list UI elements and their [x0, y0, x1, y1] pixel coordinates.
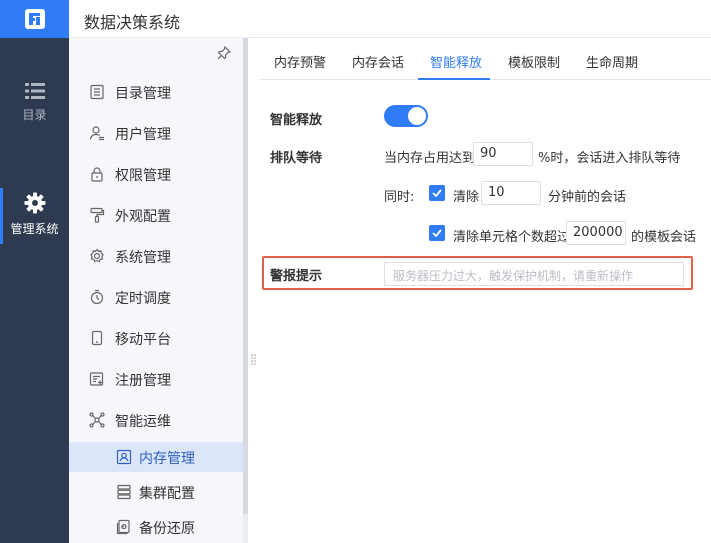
catalog-icon: [90, 84, 104, 100]
queue-label: 排队等待: [270, 151, 323, 166]
sidebar-scrollbar-thumb[interactable]: [243, 38, 248, 514]
rail-item-label: 目录: [22, 108, 47, 122]
sidebar-scrollbar[interactable]: [243, 38, 248, 543]
clear-cells-input[interactable]: 200000: [566, 221, 626, 245]
sidebar-item-register[interactable]: 注册管理: [69, 363, 243, 395]
sidebar-item-label: 用户管理: [115, 127, 171, 143]
sidebar-subitem-label: 集群配置: [139, 486, 195, 502]
queue-threshold-input[interactable]: 90: [473, 142, 533, 166]
sidebar-item-catalog[interactable]: 目录管理: [69, 76, 243, 108]
sidebar-item-label: 定时调度: [115, 291, 171, 307]
memory-icon: [116, 449, 132, 465]
sidebar-item-label: 外观配置: [115, 209, 171, 225]
sidebar-subitem-label: 内存管理: [139, 451, 195, 467]
sidebar-subitem-label: 备份还原: [139, 521, 195, 537]
sidebar-item-label: 权限管理: [115, 168, 171, 184]
ops-icon: [89, 412, 105, 428]
timer-icon: [90, 289, 104, 305]
register-icon: [89, 372, 104, 386]
clear-minutes-checkbox[interactable]: [429, 185, 445, 201]
rail-item-label: 管理系统: [10, 222, 59, 236]
smart-release-toggle[interactable]: [384, 105, 428, 127]
active-tab-indicator: [418, 78, 490, 80]
check-icon: [432, 229, 442, 237]
lock-icon: [91, 167, 103, 182]
queue-prefix-text: 当内存占用达到: [384, 151, 476, 166]
sidebar-item-mobile[interactable]: 移动平台: [69, 322, 243, 354]
sidebar-item-label: 目录管理: [115, 86, 171, 102]
rail-item-management[interactable]: 管理系统: [0, 192, 69, 237]
app-header: 数据决策系统: [0, 0, 711, 38]
sidebar-item-ops[interactable]: 智能运维: [69, 404, 243, 436]
cluster-icon: [117, 484, 131, 500]
toggle-knob: [408, 107, 426, 125]
rail-item-catalog[interactable]: 目录: [0, 82, 69, 123]
gear-icon: [24, 192, 45, 214]
clear-label: 清除: [453, 190, 480, 205]
clear-cells-suffix: 的模板会话: [631, 230, 697, 245]
tab-memory-warning[interactable]: 内存预警: [274, 52, 326, 71]
sidebar-item-label: 系统管理: [115, 250, 171, 266]
sidebar-item-appearance[interactable]: 外观配置: [69, 199, 243, 231]
sidebar-subitem-cluster[interactable]: 集群配置: [69, 477, 243, 507]
sidebar-item-label: 注册管理: [115, 373, 171, 389]
mobile-icon: [91, 330, 103, 346]
user-icon: [89, 126, 104, 141]
app-title: 数据决策系统: [84, 13, 181, 32]
tab-memory-session[interactable]: 内存会话: [352, 52, 404, 71]
tab-bar: 内存预警 内存会话 智能释放 模板限制 生命周期: [260, 38, 711, 80]
alert-message-input[interactable]: 服务器压力过大，触发保护机制，请重新操作: [384, 262, 684, 286]
smart-release-label: 智能释放: [270, 113, 323, 128]
sidebar-item-permission[interactable]: 权限管理: [69, 158, 243, 190]
tab-template-limit[interactable]: 模板限制: [508, 52, 560, 71]
meanwhile-label: 同时:: [384, 190, 415, 205]
tab-smart-release[interactable]: 智能释放: [430, 52, 482, 71]
paint-roller-icon: [90, 207, 105, 223]
tab-lifecycle[interactable]: 生命周期: [586, 52, 638, 71]
clear-minutes-input[interactable]: 10: [481, 181, 541, 205]
pin-icon[interactable]: [217, 45, 232, 64]
alert-label: 警报提示: [270, 269, 323, 284]
sidebar-item-user[interactable]: 用户管理: [69, 117, 243, 149]
queue-suffix-text: %时，会话进入排队等待: [538, 151, 681, 166]
list-icon: [24, 83, 45, 99]
resize-handle-icon[interactable]: [251, 352, 256, 366]
sidebar-subitem-backup[interactable]: 备份还原: [69, 512, 243, 542]
clear-minutes-suffix: 分钟前的会话: [548, 190, 627, 205]
sidebar-item-label: 智能运维: [115, 414, 171, 430]
sidebar-subitem-memory[interactable]: 内存管理: [69, 442, 243, 472]
clear-cells-label: 清除单元格个数超过: [453, 230, 571, 245]
settings-icon: [90, 248, 104, 263]
check-icon: [432, 189, 442, 197]
clear-cells-checkbox[interactable]: [429, 225, 445, 241]
management-sidebar: 目录管理 用户管理 权限管理 外观配置 系统管理 定时调度 移动平台 注册管理 …: [69, 38, 248, 543]
sidebar-item-system[interactable]: 系统管理: [69, 240, 243, 272]
sidebar-item-schedule[interactable]: 定时调度: [69, 281, 243, 313]
sidebar-item-label: 移动平台: [115, 332, 171, 348]
fr-logo-icon[interactable]: [0, 0, 69, 38]
backup-icon: [116, 519, 130, 535]
main-nav-rail: 目录 管理系统: [0, 38, 69, 543]
